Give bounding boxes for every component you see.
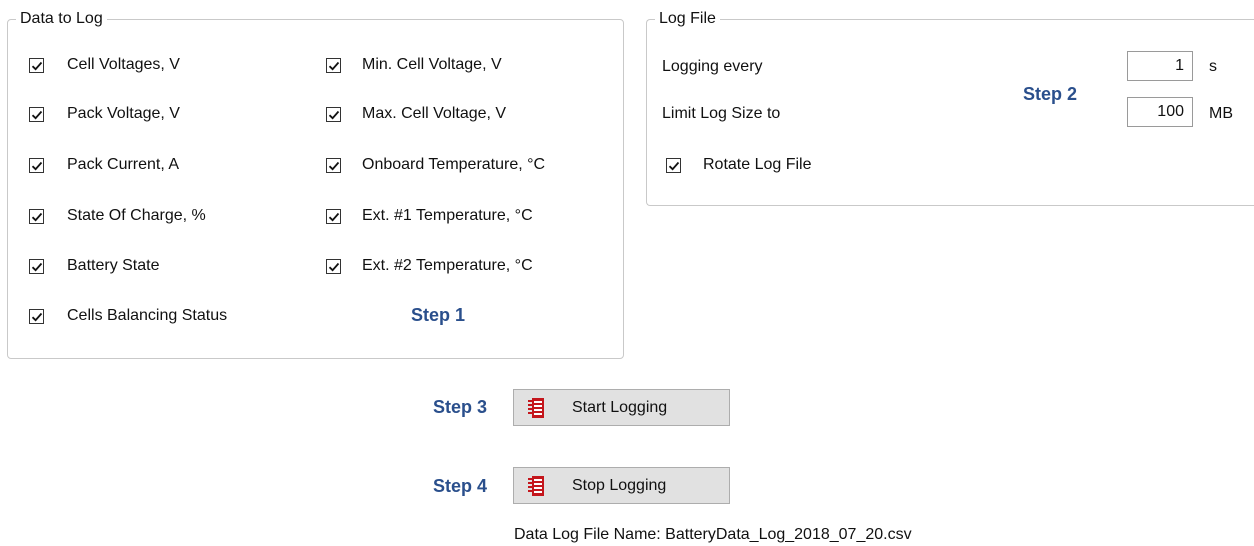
limit-log-size-label: Limit Log Size to bbox=[662, 105, 781, 122]
checkmark-icon bbox=[31, 110, 43, 120]
log-book-icon bbox=[528, 475, 544, 496]
log-file-name-text: Data Log File Name: BatteryData_Log_2018… bbox=[514, 526, 912, 543]
stop-logging-button[interactable]: Stop Logging bbox=[513, 467, 730, 504]
checkbox-pack-voltage[interactable]: Pack Voltage, V bbox=[29, 102, 180, 126]
checkmark-icon bbox=[31, 262, 43, 272]
checkbox-max-cell-voltage[interactable]: Max. Cell Voltage, V bbox=[326, 102, 506, 126]
logging-interval-input[interactable] bbox=[1127, 51, 1193, 81]
checkmark-icon bbox=[328, 110, 340, 120]
checkbox-label: Rotate Log File bbox=[703, 156, 812, 173]
checkbox-box[interactable] bbox=[29, 258, 44, 274]
checkmark-icon bbox=[328, 262, 340, 272]
checkbox-ext2-temperature[interactable]: Ext. #2 Temperature, °C bbox=[326, 254, 533, 278]
checkmark-icon bbox=[31, 312, 43, 322]
checkbox-box[interactable] bbox=[326, 57, 341, 73]
checkbox-label: Max. Cell Voltage, V bbox=[362, 105, 507, 122]
log-size-limit-input[interactable] bbox=[1127, 97, 1193, 127]
checkmark-icon bbox=[31, 212, 43, 222]
checkbox-box[interactable] bbox=[29, 157, 44, 173]
checkbox-box[interactable] bbox=[29, 106, 44, 122]
checkbox-box[interactable] bbox=[326, 258, 341, 274]
checkbox-box[interactable] bbox=[666, 157, 681, 173]
checkbox-min-cell-voltage[interactable]: Min. Cell Voltage, V bbox=[326, 53, 502, 77]
log-file-title: Log File bbox=[655, 9, 720, 29]
checkbox-ext1-temperature[interactable]: Ext. #1 Temperature, °C bbox=[326, 204, 533, 228]
checkbox-label: State Of Charge, % bbox=[67, 207, 206, 224]
checkbox-label: Onboard Temperature, °C bbox=[362, 156, 546, 173]
step-4-label: Step 4 bbox=[433, 476, 488, 496]
checkbox-label: Pack Current, A bbox=[67, 156, 180, 173]
checkbox-onboard-temperature[interactable]: Onboard Temperature, °C bbox=[326, 153, 545, 177]
start-logging-label: Start Logging bbox=[572, 398, 668, 416]
checkbox-label: Ext. #2 Temperature, °C bbox=[362, 257, 533, 274]
step-3-label: Step 3 bbox=[433, 397, 488, 417]
checkbox-label: Pack Voltage, V bbox=[67, 105, 180, 122]
checkbox-battery-state[interactable]: Battery State bbox=[29, 254, 160, 278]
checkbox-rotate-log-file[interactable]: Rotate Log File bbox=[666, 153, 812, 177]
checkbox-box[interactable] bbox=[326, 208, 341, 224]
logging-every-label: Logging every bbox=[662, 58, 763, 75]
log-book-icon bbox=[528, 397, 544, 418]
checkmark-icon bbox=[328, 61, 340, 71]
checkmark-icon bbox=[31, 161, 43, 171]
checkbox-label: Ext. #1 Temperature, °C bbox=[362, 207, 533, 224]
checkbox-box[interactable] bbox=[326, 106, 341, 122]
checkbox-label: Cell Voltages, V bbox=[67, 56, 180, 73]
checkmark-icon bbox=[328, 212, 340, 222]
checkbox-box[interactable] bbox=[29, 57, 44, 73]
logging-interval-unit: s bbox=[1209, 58, 1217, 75]
checkmark-icon bbox=[31, 61, 43, 71]
checkbox-label: Battery State bbox=[67, 257, 160, 274]
checkbox-label: Min. Cell Voltage, V bbox=[362, 56, 502, 73]
checkbox-cell-voltages[interactable]: Cell Voltages, V bbox=[29, 53, 180, 77]
log-size-unit: MB bbox=[1209, 105, 1233, 122]
checkbox-pack-current[interactable]: Pack Current, A bbox=[29, 153, 179, 177]
stop-logging-label: Stop Logging bbox=[572, 476, 667, 494]
checkbox-box[interactable] bbox=[326, 157, 341, 173]
data-to-log-title: Data to Log bbox=[16, 9, 107, 29]
checkbox-label: Cells Balancing Status bbox=[67, 307, 228, 324]
step-2-label: Step 2 bbox=[1023, 84, 1078, 104]
checkmark-icon bbox=[668, 161, 680, 171]
checkbox-cells-balancing-status[interactable]: Cells Balancing Status bbox=[29, 304, 227, 328]
step-1-label: Step 1 bbox=[411, 305, 466, 325]
checkbox-box[interactable] bbox=[29, 208, 44, 224]
checkbox-box[interactable] bbox=[29, 308, 44, 324]
checkbox-state-of-charge[interactable]: State Of Charge, % bbox=[29, 204, 206, 228]
start-logging-button[interactable]: Start Logging bbox=[513, 389, 730, 426]
checkmark-icon bbox=[328, 161, 340, 171]
